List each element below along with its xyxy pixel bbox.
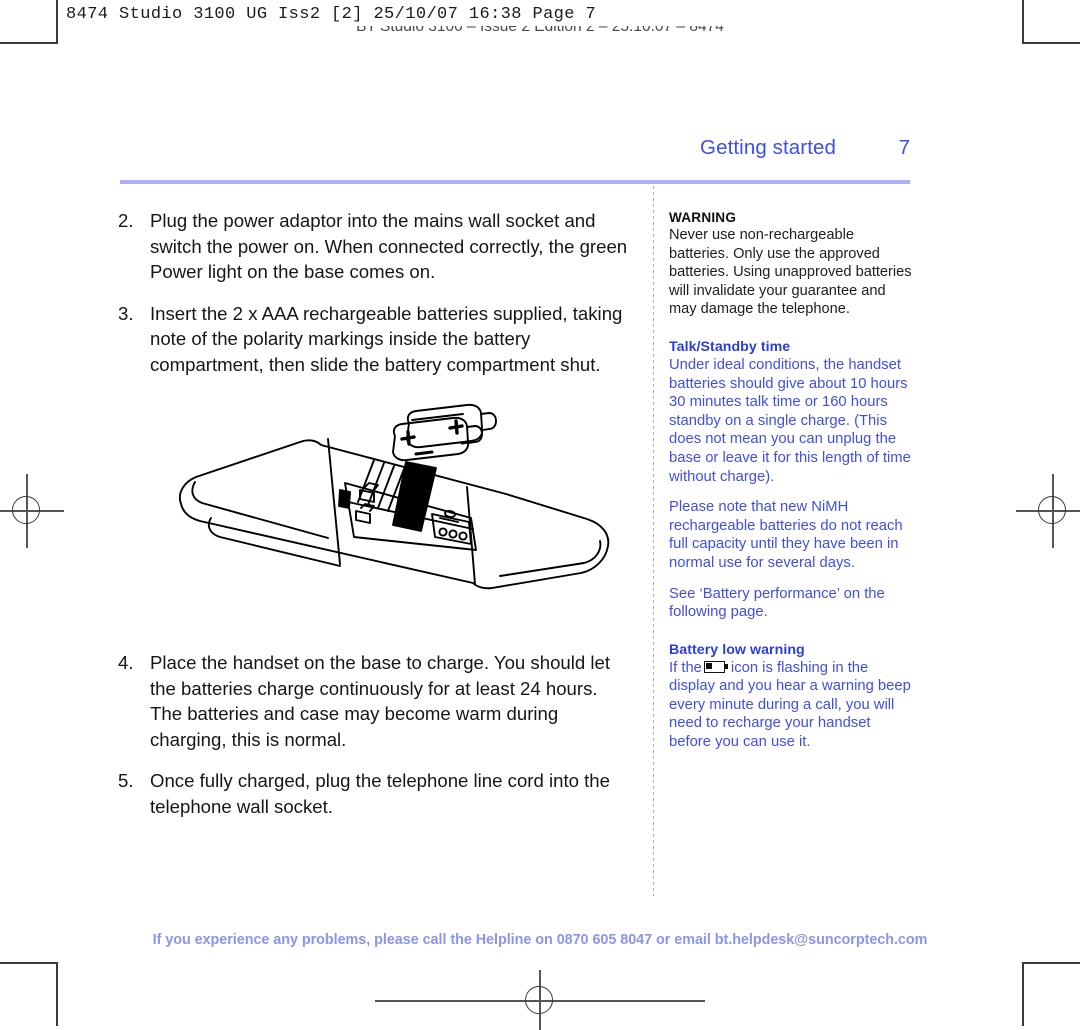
- crop-mark-top-left: [0, 0, 58, 44]
- battery-contact-lower: [355, 510, 371, 524]
- step-body: Once fully charged, plug the telephone l…: [150, 768, 636, 819]
- registration-mark-bottom: [375, 970, 705, 1030]
- step-text: Plug the power adaptor into the mains wa…: [150, 210, 628, 283]
- step-number: 3.: [118, 302, 134, 324]
- step-number: 5.: [118, 770, 134, 792]
- battery-low-text-after: icon is flashing in the display and you …: [669, 659, 911, 751]
- step-text-secondary: The batteries and case may become warm d…: [150, 703, 559, 750]
- imposition-slug-line: 8474 Studio 3100 UG Iss2 [2] 25/10/07 16…: [66, 5, 597, 24]
- battery-low-icon: [703, 660, 729, 673]
- main-steps-upper: 2. Plug the power adaptor into the mains…: [118, 208, 636, 394]
- terminal-dot: [458, 531, 468, 541]
- battery-plus-sign-right: [448, 419, 464, 435]
- battery-rear-terminal: [480, 412, 497, 431]
- battery-plus-sign-left: [400, 430, 416, 446]
- battery-performance-reference: See ‘Battery performance’ on the followi…: [669, 585, 885, 621]
- registration-ring: [525, 986, 553, 1014]
- battery-low-heading: Battery low warning: [669, 641, 805, 658]
- handset-bottom-inner-edge: [207, 517, 341, 567]
- nimh-note-text: Please note that new NiMH rechargeable b…: [669, 499, 903, 571]
- battery-pull-ribbon: [392, 461, 437, 532]
- registration-mark-right: [1016, 474, 1080, 548]
- warning-text: Never use non-rechargeable batteries. On…: [669, 227, 912, 318]
- step-text: Place the handset on the base to charge.…: [150, 652, 611, 699]
- list-item: 5. Once fully charged, plug the telephon…: [118, 768, 636, 819]
- header-rule: [120, 180, 910, 184]
- step-body: Place the handset on the base to charge.…: [150, 650, 636, 752]
- step-text: Once fully charged, plug the telephone l…: [150, 770, 610, 817]
- sidebar-notes: WARNING Never use non-rechargeable batte…: [669, 210, 913, 764]
- battery-pair: [392, 403, 497, 462]
- warning-heading: WARNING: [669, 210, 737, 225]
- battery-icon-nub: [724, 664, 729, 670]
- battery-low-note: Battery low warning If the icon is flashi…: [669, 642, 913, 752]
- battery-contact-lower-tab: [360, 503, 375, 512]
- step-number: 4.: [118, 652, 134, 673]
- page-header: Getting started 7: [120, 136, 910, 160]
- crop-mark-bottom-right: [1022, 962, 1080, 1026]
- talk-standby-note: Talk/Standby time Under ideal conditions…: [669, 339, 913, 622]
- registration-mark-left: [0, 474, 64, 548]
- step-body: Insert the 2 x AAA rechargeable batterie…: [150, 301, 636, 378]
- crop-mark-bottom-left: [0, 962, 58, 1026]
- helpline-footer: If you experience any problems, please c…: [152, 932, 928, 948]
- registration-ring: [12, 496, 40, 524]
- warning-note: WARNING Never use non-rechargeable batte…: [669, 210, 913, 319]
- registration-ring: [1038, 496, 1066, 524]
- list-item: 2. Plug the power adaptor into the mains…: [118, 208, 636, 285]
- page-title: Getting started: [700, 136, 836, 159]
- step-text: Insert the 2 x AAA rechargeable batterie…: [150, 302, 623, 375]
- list-item: 4. Place the handset on the base to char…: [118, 650, 636, 752]
- step-number: 2.: [118, 210, 134, 231]
- column-divider: [653, 186, 654, 896]
- battery-icon-fill: [705, 662, 713, 669]
- step-body: Plug the power adaptor into the mains wa…: [150, 208, 636, 285]
- terminal-dot: [438, 527, 448, 537]
- list-item: 3. Insert the 2 x AAA rechargeable batte…: [118, 301, 636, 378]
- battery-minus-sign-right: [460, 439, 476, 445]
- compartment-latch: [338, 489, 351, 509]
- page-number: 7: [898, 136, 910, 159]
- cover-seam-left: [327, 438, 341, 565]
- handset-tail-inner-edge: [499, 540, 602, 577]
- talk-standby-text: Under ideal conditions, the handset batt…: [669, 356, 911, 485]
- battery-minus-sign: [414, 450, 434, 456]
- battery-low-text: If the icon is flashing in the display an…: [669, 659, 913, 752]
- handset-top-inner-edge: [191, 481, 329, 539]
- handset-battery-diagram: [140, 398, 636, 634]
- main-steps-lower: 4. Place the handset on the base to char…: [118, 650, 636, 836]
- talk-standby-heading: Talk/Standby time: [669, 338, 791, 355]
- crop-mark-top-right: [1022, 0, 1080, 44]
- battery-low-text-before: If the: [669, 659, 702, 676]
- terminal-dot: [448, 529, 458, 539]
